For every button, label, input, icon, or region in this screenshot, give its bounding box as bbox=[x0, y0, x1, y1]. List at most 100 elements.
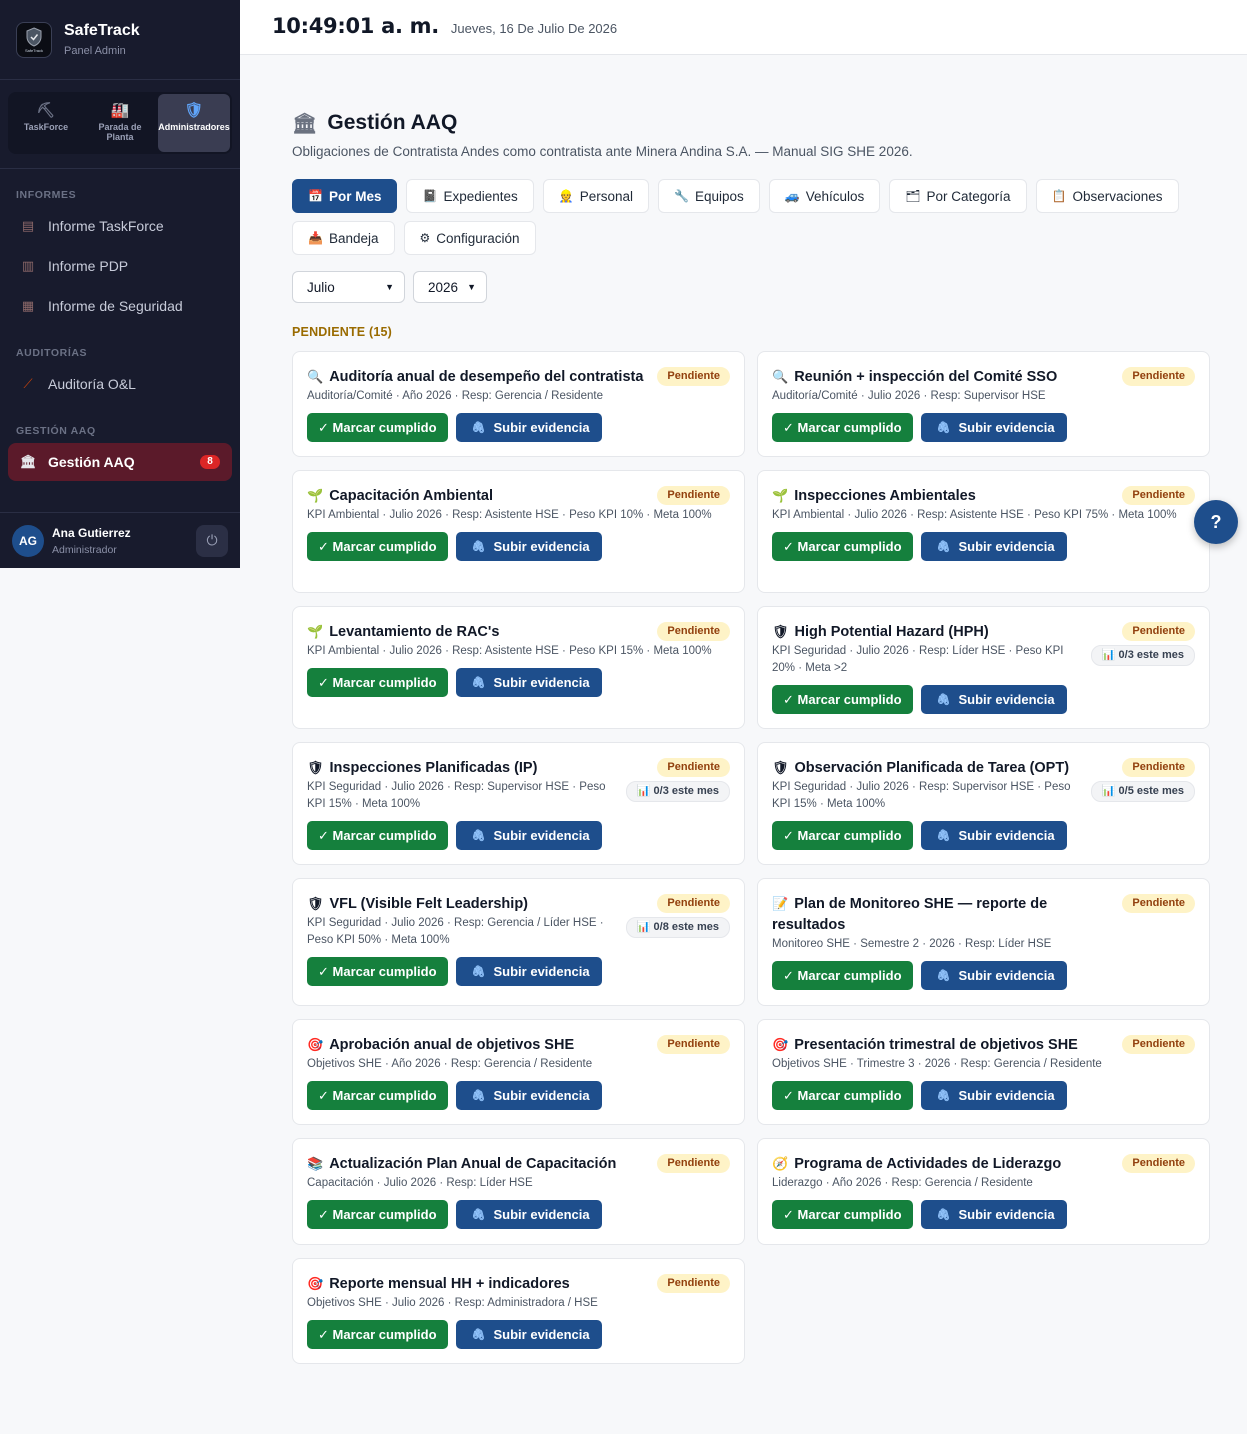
upload-evidence-button[interactable]: 🖇 Subir evidencia bbox=[455, 821, 602, 850]
sidebar-item-auditoria-ol[interactable]: ⟋ Auditoría O&L bbox=[8, 365, 232, 403]
mark-complete-button[interactable]: ✓ Marcar cumplido bbox=[307, 1200, 448, 1229]
main-content: 🏛 Gestión AAQ Obligaciones de Contratist… bbox=[292, 108, 1210, 1371]
mark-complete-button[interactable]: ✓ Marcar cumplido bbox=[772, 821, 913, 850]
help-button[interactable]: ? bbox=[1194, 500, 1238, 544]
upload-evidence-button[interactable]: 🖇 Subir evidencia bbox=[455, 413, 602, 442]
card-meta-row: Objetivos SHE · Julio 2026 · Resp: Admin… bbox=[307, 1295, 730, 1312]
tab-personal[interactable]: 👷 Personal bbox=[542, 179, 649, 213]
mark-complete-button[interactable]: ✓ Marcar cumplido bbox=[307, 957, 448, 986]
paperclip-icon: 🖇 bbox=[936, 541, 951, 553]
card-actions: ✓ Marcar cumplido 🖇 Subir evidencia bbox=[772, 413, 1195, 442]
tab-label: Bandeja bbox=[328, 230, 379, 246]
tab-label: Configuración bbox=[436, 230, 520, 246]
upload-evidence-button[interactable]: 🖇 Subir evidencia bbox=[455, 1200, 602, 1229]
category-icon: 🔍 bbox=[307, 369, 324, 384]
status-badge: Pendiente bbox=[657, 486, 730, 505]
tab-observaciones[interactable]: 📋 Observaciones bbox=[1035, 179, 1179, 213]
mark-complete-button[interactable]: ✓ Marcar cumplido bbox=[307, 821, 448, 850]
status-badge: Pendiente bbox=[657, 1274, 730, 1293]
gear-icon: ⚙ bbox=[419, 231, 431, 245]
upload-evidence-button[interactable]: 🖇 Subir evidencia bbox=[920, 821, 1067, 850]
card-meta-row: Liderazgo · Año 2026 · Resp: Gerencia / … bbox=[772, 1175, 1195, 1192]
upload-evidence-button[interactable]: 🖇 Subir evidencia bbox=[920, 1081, 1067, 1110]
mark-complete-button[interactable]: ✓ Marcar cumplido bbox=[772, 961, 913, 990]
section-auditorias: AUDITORÍAS bbox=[16, 347, 88, 359]
safetrack-logo-icon: SafeTrack bbox=[16, 21, 52, 58]
tab-vehiculos[interactable]: 🚙 Vehículos bbox=[768, 179, 881, 213]
paperclip-icon: 🖇 bbox=[936, 1090, 951, 1102]
upload-evidence-button[interactable]: 🖇 Subir evidencia bbox=[920, 685, 1067, 714]
card-title-text: Levantamiento de RAC's bbox=[329, 624, 500, 640]
mark-complete-button[interactable]: ✓ Marcar cumplido bbox=[772, 532, 913, 561]
year-value: 2026 bbox=[428, 279, 459, 295]
tab-equipos[interactable]: 🔧 Equipos bbox=[658, 179, 760, 213]
mark-complete-button[interactable]: ✓ Marcar cumplido bbox=[307, 668, 448, 697]
mark-complete-button[interactable]: ✓ Marcar cumplido bbox=[772, 413, 913, 442]
card-actions: ✓ Marcar cumplido 🖇 Subir evidencia bbox=[772, 821, 1195, 850]
switch-parada-de-planta[interactable]: 🏭 Parada de Planta bbox=[84, 94, 156, 152]
sidebar-item-informe-seguridad[interactable]: ▦ Informe de Seguridad bbox=[8, 287, 232, 325]
logout-button[interactable]: ⏻ bbox=[196, 524, 228, 557]
tab-por-mes[interactable]: 📅 Por Mes bbox=[292, 179, 398, 213]
sidebar-item-gestion-aaq[interactable]: 🏛 Gestión AAQ 8 bbox=[8, 443, 232, 481]
upload-evidence-label: Subir evidencia bbox=[958, 1088, 1055, 1103]
mark-complete-button[interactable]: ✓ Marcar cumplido bbox=[307, 413, 448, 442]
upload-evidence-button[interactable]: 🖇 Subir evidencia bbox=[455, 1081, 602, 1110]
paperclip-icon: 🖇 bbox=[471, 1090, 486, 1102]
tab-configuracion[interactable]: ⚙ Configuración bbox=[403, 221, 536, 255]
upload-evidence-button[interactable]: 🖇 Subir evidencia bbox=[455, 1320, 602, 1349]
obligation-card: 📝 Plan de Monitoreo SHE — reporte de resu… bbox=[757, 878, 1210, 1006]
mark-complete-button[interactable]: ✓ Marcar cumplido bbox=[772, 1200, 913, 1229]
mark-complete-button[interactable]: ✓ Marcar cumplido bbox=[772, 685, 913, 714]
card-meta: Capacitación · Julio 2026 · Resp: Líder … bbox=[307, 1177, 533, 1189]
upload-evidence-button[interactable]: 🖇 Subir evidencia bbox=[455, 532, 602, 561]
sidebar-item-informe-pdp[interactable]: ▥ Informe PDP bbox=[8, 247, 232, 285]
month-select[interactable]: Julio ▼ bbox=[292, 271, 405, 303]
category-icon: 🛡 bbox=[772, 760, 789, 775]
obligation-card: 📚 Actualización Plan Anual de Capacitació… bbox=[292, 1138, 745, 1245]
document-icon: ▤ bbox=[21, 218, 35, 233]
status-badge: Pendiente bbox=[1122, 622, 1195, 641]
tab-expedientes[interactable]: 📓 Expedientes bbox=[406, 179, 534, 213]
card-actions: ✓ Marcar cumplido 🖇 Subir evidencia bbox=[307, 668, 730, 697]
upload-evidence-button[interactable]: 🖇 Subir evidencia bbox=[920, 413, 1067, 442]
mark-complete-button[interactable]: ✓ Marcar cumplido bbox=[307, 1320, 448, 1349]
current-date: Jueves, 16 De Julio De 2026 bbox=[450, 21, 618, 36]
card-meta: Objetivos SHE · Julio 2026 · Resp: Admin… bbox=[307, 1297, 598, 1309]
card-meta: KPI Ambiental · Julio 2026 · Resp: Asist… bbox=[307, 509, 712, 521]
year-select[interactable]: 2026 ▼ bbox=[413, 271, 487, 303]
card-actions: ✓ Marcar cumplido 🖇 Subir evidencia bbox=[772, 685, 1195, 714]
tab-por-categoria[interactable]: 🗂 Por Categoría bbox=[889, 179, 1027, 213]
upload-evidence-button[interactable]: 🖇 Subir evidencia bbox=[455, 957, 602, 986]
card-title-text: High Potential Hazard (HPH) bbox=[794, 624, 989, 640]
card-title: 📝 Plan de Monitoreo SHE — reporte de resu… bbox=[772, 893, 1122, 936]
upload-evidence-button[interactable]: 🖇 Subir evidencia bbox=[920, 961, 1067, 990]
category-icon: 🌱 bbox=[307, 624, 324, 639]
upload-evidence-button[interactable]: 🖇 Subir evidencia bbox=[920, 1200, 1067, 1229]
upload-evidence-label: Subir evidencia bbox=[958, 692, 1055, 707]
obligation-card: 🧭 Programa de Actividades de Liderazgo Pen… bbox=[757, 1138, 1210, 1245]
status-badge: Pendiente bbox=[1122, 486, 1195, 505]
card-meta: Auditoría/Comité · Julio 2026 · Resp: Su… bbox=[772, 390, 1046, 402]
card-title-text: Programa de Actividades de Liderazgo bbox=[794, 1156, 1062, 1172]
card-meta: KPI Seguridad · Julio 2026 · Resp: Super… bbox=[307, 781, 606, 810]
status-badge: Pendiente bbox=[657, 1035, 730, 1054]
mark-complete-button[interactable]: ✓ Marcar cumplido bbox=[307, 1081, 448, 1110]
card-meta: KPI Seguridad · Julio 2026 · Resp: Super… bbox=[772, 781, 1071, 810]
obligation-card: 🎯 Presentación trimestral de objetivos SH… bbox=[757, 1019, 1210, 1125]
mark-complete-button[interactable]: ✓ Marcar cumplido bbox=[772, 1081, 913, 1110]
upload-evidence-label: Subir evidencia bbox=[958, 968, 1055, 983]
category-icon: 🛡 bbox=[307, 760, 324, 775]
card-title-text: Reporte mensual HH + indicadores bbox=[329, 1276, 570, 1292]
tab-bandeja[interactable]: 📥 Bandeja bbox=[292, 221, 395, 255]
upload-evidence-button[interactable]: 🖇 Subir evidencia bbox=[920, 532, 1067, 561]
switch-taskforce[interactable]: ⛏ TaskForce bbox=[10, 94, 82, 152]
card-title: 🌱 Levantamiento de RAC's bbox=[307, 621, 657, 643]
mark-complete-button[interactable]: ✓ Marcar cumplido bbox=[307, 532, 448, 561]
divider bbox=[0, 168, 240, 169]
chevron-down-icon: ▼ bbox=[467, 282, 476, 292]
upload-evidence-button[interactable]: 🖇 Subir evidencia bbox=[455, 668, 602, 697]
switch-administradores[interactable]: 🛡 Administradores bbox=[158, 94, 230, 152]
card-actions: ✓ Marcar cumplido 🖇 Subir evidencia bbox=[772, 1081, 1195, 1110]
sidebar-item-informe-taskforce[interactable]: ▤ Informe TaskForce bbox=[8, 207, 232, 245]
